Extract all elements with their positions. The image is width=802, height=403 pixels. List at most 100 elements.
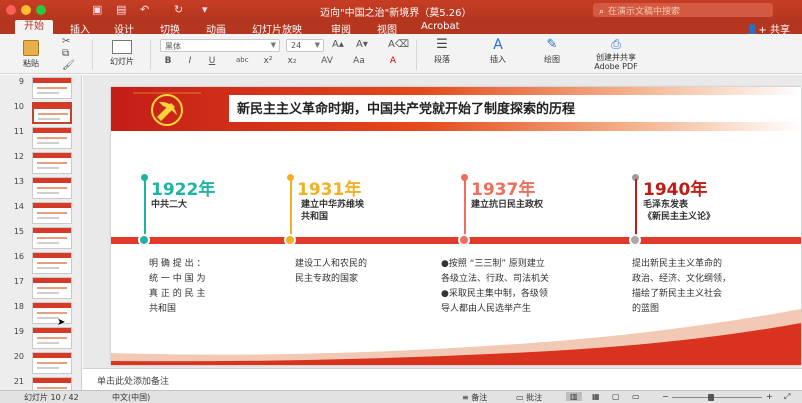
slide-number: 20 bbox=[13, 352, 24, 361]
drawing-label: 绘图 bbox=[544, 55, 560, 64]
font-size-select[interactable]: 24 ▼ bbox=[286, 39, 324, 52]
notes-pane[interactable]: 单击此处添加备注 bbox=[83, 368, 802, 390]
increase-font-icon[interactable]: A▴ bbox=[332, 39, 344, 50]
slide-thumbnail[interactable]: 15 bbox=[0, 227, 81, 252]
font-name-select[interactable]: 黑体 ▼ bbox=[160, 39, 280, 52]
slide-thumbnail[interactable]: 9 bbox=[0, 77, 81, 102]
create-pdf-button[interactable]: ⎙ 创建并共享 Adobe PDF bbox=[588, 38, 644, 72]
current-slide[interactable]: 新民主主义革命时期，中国共产党就开始了制度探索的历程 1922年 中共二大 19… bbox=[111, 87, 801, 365]
ribbon-tabs: 开始 插入 设计 切换 动画 幻灯片放映 审阅 视图 Acrobat 👤+ 共享 bbox=[0, 20, 802, 36]
reading-view-icon[interactable]: ▢ bbox=[612, 392, 620, 401]
create-pdf-label-1: 创建并共享 bbox=[596, 53, 636, 62]
new-slide-button[interactable]: 幻灯片 bbox=[104, 40, 140, 67]
thumbnail-image bbox=[32, 352, 72, 374]
slide-thumbnail[interactable]: 19 bbox=[0, 327, 81, 352]
tab-home[interactable]: 开始 bbox=[15, 20, 53, 34]
sidebar-toggle-icon[interactable]: ▣ bbox=[92, 3, 102, 16]
event-title-line[interactable]: 建立抗日民主政权 bbox=[471, 199, 543, 211]
undo-icon[interactable]: ↶ bbox=[140, 3, 149, 16]
mouse-pointer-icon: ➤ bbox=[57, 317, 66, 328]
underline-icon[interactable]: U bbox=[206, 56, 218, 66]
slide-thumbnail[interactable]: 11 bbox=[0, 127, 81, 152]
italic-icon[interactable]: I bbox=[184, 56, 196, 66]
slide-thumbnail[interactable]: 17 bbox=[0, 277, 81, 302]
slide-number: 19 bbox=[13, 327, 24, 336]
language-indicator[interactable]: 中文(中国) bbox=[112, 392, 150, 403]
notes-button-label: 备注 bbox=[471, 393, 488, 402]
slide-number: 15 bbox=[13, 227, 24, 236]
normal-view-icon[interactable]: ▥ bbox=[566, 392, 582, 401]
search-placeholder: 在演示文稿中搜索 bbox=[608, 7, 681, 17]
event-title-line[interactable]: 建立中华苏维埃 bbox=[301, 199, 364, 211]
slide-thumbnail[interactable]: 13 bbox=[0, 177, 81, 202]
slide-thumbnail[interactable]: 21 bbox=[0, 377, 81, 390]
event-year[interactable]: 1940年 bbox=[643, 175, 707, 200]
event-title-line[interactable]: 《新民主主义论》 bbox=[643, 211, 715, 223]
insert-button[interactable]: A 插入 bbox=[480, 38, 516, 65]
font-size-value: 24 bbox=[291, 41, 302, 50]
event-description[interactable]: 建设工人和农民的 民主专政的国家 bbox=[295, 257, 367, 287]
slide-thumbnail[interactable]: 18 bbox=[0, 302, 81, 327]
drawing-button[interactable]: ✎ 绘图 bbox=[534, 38, 570, 65]
format-painter-icon[interactable]: 🖌 bbox=[62, 60, 75, 71]
redo-icon[interactable]: ↻ bbox=[174, 3, 183, 16]
event-title-line[interactable]: 共和国 bbox=[301, 211, 328, 223]
paragraph-button[interactable]: ☰ 段落 bbox=[424, 38, 460, 65]
slide-title[interactable]: 新民主主义革命时期，中国共产党就开始了制度探索的历程 bbox=[237, 98, 575, 117]
timeline-connector bbox=[464, 179, 466, 235]
slide-number: 11 bbox=[13, 127, 24, 136]
slide-thumbnail[interactable]: 14 bbox=[0, 202, 81, 227]
decrease-font-icon[interactable]: A▾ bbox=[356, 39, 368, 50]
search-icon: ⌕ bbox=[599, 7, 605, 17]
slide-thumbnail[interactable]: 20 bbox=[0, 352, 81, 377]
bold-icon[interactable]: B bbox=[162, 56, 174, 66]
tab-acrobat[interactable]: Acrobat bbox=[421, 21, 460, 32]
event-title-line[interactable]: 中共二大 bbox=[151, 199, 187, 211]
search-input[interactable]: ⌕ 在演示文稿中搜索 bbox=[593, 3, 773, 17]
subscript-icon[interactable]: x₂ bbox=[286, 56, 298, 66]
slide-canvas[interactable]: 新民主主义革命时期，中国共产党就开始了制度探索的历程 1922年 中共二大 19… bbox=[83, 75, 802, 368]
superscript-icon[interactable]: x² bbox=[262, 56, 274, 66]
zoom-slider-handle[interactable] bbox=[708, 394, 714, 401]
close-window-button[interactable] bbox=[6, 5, 16, 15]
fit-to-window-icon[interactable]: ⤢ bbox=[784, 392, 790, 402]
ribbon-separator bbox=[92, 40, 93, 70]
change-case-icon[interactable]: Aa bbox=[348, 56, 370, 66]
strikethrough-icon[interactable]: abc bbox=[236, 56, 249, 64]
wave-decoration bbox=[111, 309, 801, 365]
event-year[interactable]: 1922年 bbox=[151, 175, 215, 200]
minimize-window-button[interactable] bbox=[21, 5, 31, 15]
slide-thumbnail-panel[interactable]: 9 10 11 12 13 14 15 16 17 18 19 20 21 ➤ bbox=[0, 75, 82, 390]
comments-toggle-button[interactable]: ▭ 批注 bbox=[516, 392, 542, 403]
slideshow-icon[interactable]: ▭ bbox=[632, 392, 640, 401]
zoom-slider[interactable] bbox=[672, 397, 762, 398]
slide-thumbnail-selected[interactable]: 10 bbox=[0, 102, 81, 127]
slide-thumbnail[interactable]: 12 bbox=[0, 152, 81, 177]
paste-button[interactable]: 粘贴 bbox=[16, 40, 46, 69]
zoom-in-icon[interactable]: + bbox=[766, 392, 773, 401]
font-color-icon[interactable]: A bbox=[382, 56, 404, 66]
thumbnail-image bbox=[32, 277, 72, 299]
slide-sorter-icon[interactable]: ▦ bbox=[592, 392, 600, 401]
clear-format-icon[interactable]: A⌫ bbox=[388, 39, 409, 50]
save-icon[interactable]: ▤ bbox=[116, 3, 126, 16]
event-year[interactable]: 1931年 bbox=[297, 175, 361, 200]
slide-number: 9 bbox=[18, 77, 24, 86]
slide-thumbnail[interactable]: 16 bbox=[0, 252, 81, 277]
timeline-node bbox=[138, 234, 150, 246]
comments-button-label: 批注 bbox=[526, 393, 543, 402]
description-line: ●按照 “三三制” 原则建立 bbox=[441, 259, 545, 269]
copy-icon[interactable]: ⧉ bbox=[62, 48, 69, 59]
title-bar: ▣ ▤ ↶ ↻ ▾ 迈向"中国之治"新境界（莫5.26） ⌕ 在演示文稿中搜索 bbox=[0, 0, 802, 20]
ribbon-separator bbox=[150, 40, 151, 70]
zoom-out-icon[interactable]: − bbox=[662, 392, 669, 401]
customize-toolbar-icon[interactable]: ▾ bbox=[202, 3, 208, 16]
clipboard-icon bbox=[23, 40, 39, 56]
maximize-window-button[interactable] bbox=[36, 5, 46, 15]
cut-icon[interactable]: ✂ bbox=[62, 36, 70, 47]
event-title-line[interactable]: 毛泽东发表 bbox=[643, 199, 688, 211]
character-spacing-icon[interactable]: AV bbox=[316, 56, 338, 66]
notes-toggle-button[interactable]: ≡ 备注 bbox=[462, 392, 487, 403]
event-year[interactable]: 1937年 bbox=[471, 175, 535, 200]
notes-placeholder: 单击此处添加备注 bbox=[97, 377, 170, 387]
